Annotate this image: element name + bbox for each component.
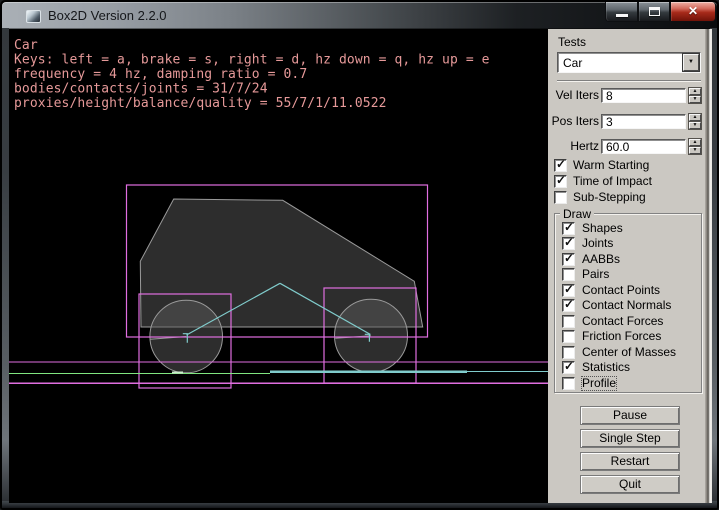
simulation-canvas[interactable]: Car Keys: left = a, brake = s, right = d… [9, 29, 548, 503]
overlay-proxy-stats: proxies/height/balance/quality = 55/7/1/… [14, 96, 387, 111]
control-panel: Tests Car ▼ Vel Iters ▲ ▼ Pos Iters ▲ ▼ … [548, 29, 712, 503]
overlay-test-title: Car [14, 38, 38, 53]
tests-label: Tests [558, 35, 586, 49]
spinner-down-icon[interactable]: ▼ [689, 147, 701, 154]
checkbox-shapes[interactable]: ✓ [562, 222, 575, 235]
checkbox-warm-starting[interactable]: ✓ [554, 159, 567, 172]
contact-normals-label: Contact Normals [582, 299, 671, 312]
checkbox-contact-normals[interactable]: ✓ [562, 299, 575, 312]
quit-button[interactable]: Quit [580, 475, 680, 494]
overlay-body-stats: bodies/contacts/joints = 31/7/24 [14, 82, 268, 97]
check-icon: ✓ [564, 360, 574, 373]
pos-iters-label: Pos Iters [548, 114, 599, 129]
restart-button[interactable]: Restart [580, 452, 680, 471]
checkbox-aabbs[interactable]: ✓ [562, 253, 575, 266]
minimize-button[interactable] [605, 2, 638, 22]
draw-group-label: Draw [560, 207, 594, 221]
pos-iters-field[interactable] [601, 114, 686, 129]
box2d-testbed-window: Box2D Version 2.2.0 ✕ [0, 0, 719, 510]
checkbox-pairs[interactable] [562, 268, 575, 281]
pause-button[interactable]: Pause [580, 406, 680, 425]
checkbox-friction-forces[interactable] [562, 330, 575, 343]
spinner-up-icon[interactable]: ▲ [689, 139, 701, 146]
tests-dropdown[interactable]: Car ▼ [557, 52, 701, 73]
overlay-keys: Keys: left = a, brake = s, right = d, hz… [14, 53, 490, 68]
vel-iters-label: Vel Iters [548, 88, 599, 103]
check-icon: ✓ [556, 174, 566, 187]
title-bar[interactable]: Box2D Version 2.2.0 ✕ [2, 2, 717, 29]
shapes-label: Shapes [582, 222, 623, 235]
checkbox-time-of-impact[interactable]: ✓ [554, 175, 567, 188]
contact-forces-label: Contact Forces [582, 315, 663, 328]
spinner-up-icon[interactable]: ▲ [689, 88, 701, 95]
app-icon [26, 10, 41, 23]
pos-iters-stepper: ▲ ▼ [689, 114, 701, 129]
maximize-button[interactable] [638, 2, 670, 22]
tests-dropdown-value: Car [563, 56, 582, 70]
single-step-button[interactable]: Single Step [580, 429, 680, 448]
close-button[interactable]: ✕ [670, 2, 716, 22]
aabbs-label: AABBs [582, 253, 620, 266]
checkbox-joints[interactable]: ✓ [562, 237, 575, 250]
overlay-frequency: frequency = 4 hz, damping ratio = 0.7 [14, 67, 307, 82]
profile-label: Profile [582, 377, 616, 390]
checkbox-statistics[interactable]: ✓ [562, 361, 575, 374]
close-icon: ✕ [671, 4, 715, 18]
checkbox-contact-points[interactable]: ✓ [562, 284, 575, 297]
debug-draw: Car Keys: left = a, brake = s, right = d… [9, 29, 548, 503]
check-icon: ✓ [564, 283, 574, 296]
window-controls: ✕ [605, 2, 716, 22]
spinner-down-icon[interactable]: ▼ [689, 96, 701, 103]
check-icon: ✓ [564, 252, 574, 265]
checkbox-center-of-masses[interactable] [562, 346, 575, 359]
checkbox-contact-forces[interactable] [562, 315, 575, 328]
joints-label: Joints [582, 237, 613, 250]
checkbox-profile[interactable] [562, 377, 575, 390]
contact-points-label: Contact Points [582, 284, 660, 297]
separator [557, 80, 701, 82]
checkbox-sub-stepping[interactable] [554, 191, 567, 204]
check-icon: ✓ [564, 236, 574, 249]
spinner-up-icon[interactable]: ▲ [689, 114, 701, 121]
hertz-field[interactable] [601, 139, 686, 154]
pairs-label: Pairs [582, 268, 609, 281]
check-icon: ✓ [564, 298, 574, 311]
window-border-left [2, 28, 9, 508]
hertz-stepper: ▲ ▼ [689, 139, 701, 154]
statistics-label: Statistics [582, 361, 630, 374]
vel-iters-stepper: ▲ ▼ [689, 88, 701, 103]
window-title: Box2D Version 2.2.0 [48, 8, 167, 23]
panel-edge [705, 29, 712, 503]
vel-iters-field[interactable] [601, 88, 686, 103]
spinner-down-icon[interactable]: ▼ [689, 122, 701, 129]
chevron-down-icon[interactable]: ▼ [683, 54, 699, 71]
check-icon: ✓ [556, 158, 566, 171]
check-icon: ✓ [564, 221, 574, 234]
friction-forces-label: Friction Forces [582, 330, 661, 343]
minimize-icon [616, 14, 628, 17]
hertz-label: Hertz [548, 139, 599, 154]
warm-starting-label: Warm Starting [573, 159, 649, 172]
sub-stepping-label: Sub-Stepping [573, 191, 646, 204]
center-of-masses-label: Center of Masses [582, 346, 676, 359]
time-of-impact-label: Time of Impact [573, 175, 652, 188]
maximize-icon [649, 7, 660, 16]
